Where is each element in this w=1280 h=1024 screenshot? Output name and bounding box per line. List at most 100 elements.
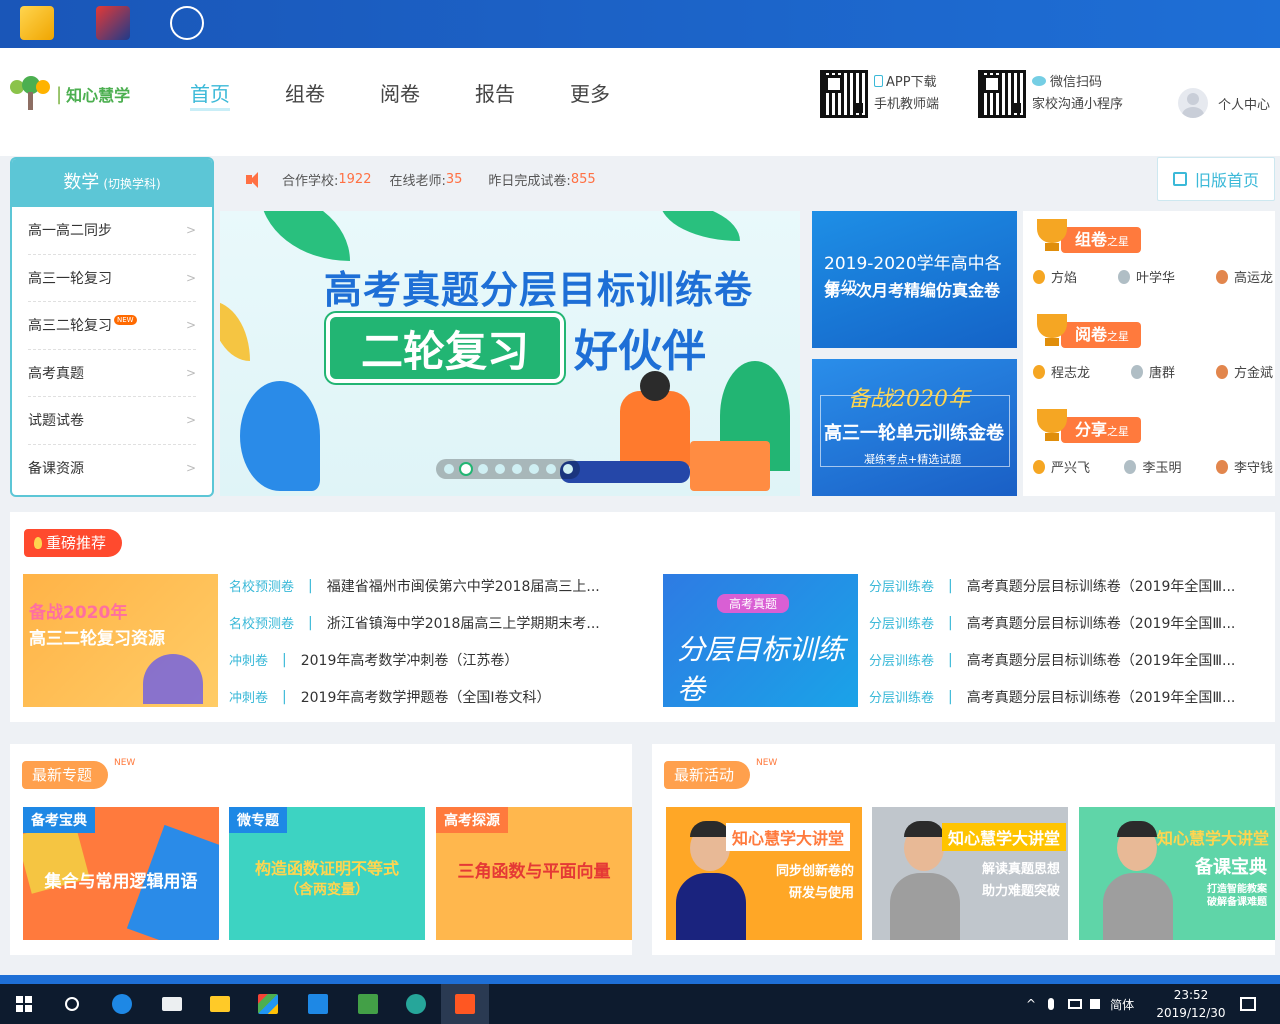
recommend-image-round2[interactable]: 备战2020年 高三二轮复习资源 bbox=[23, 574, 218, 707]
notification-button[interactable] bbox=[1224, 984, 1272, 1024]
app-globe[interactable] bbox=[392, 984, 440, 1024]
app-m[interactable] bbox=[294, 984, 342, 1024]
star-name[interactable]: 唐群 bbox=[1130, 362, 1175, 381]
mail-icon bbox=[162, 997, 182, 1011]
carousel-dot[interactable] bbox=[443, 464, 454, 474]
nav-compose[interactable]: 组卷 bbox=[285, 78, 380, 114]
avatar bbox=[1178, 88, 1208, 118]
new-badge: NEW bbox=[114, 758, 136, 768]
search-button[interactable] bbox=[48, 984, 96, 1024]
subject-switch[interactable]: 数学 (切换学科) bbox=[12, 159, 212, 207]
list-item[interactable]: 冲刺卷 | 2019年高考数学押题卷（全国Ⅰ卷文科） bbox=[229, 678, 629, 715]
app-qr-code bbox=[820, 70, 868, 118]
carousel-dot[interactable] bbox=[545, 464, 556, 474]
main-nav: 首页 组卷 阅卷 报告 更多 bbox=[190, 78, 665, 114]
k-app-icon[interactable] bbox=[170, 6, 204, 40]
file-explorer[interactable] bbox=[196, 984, 244, 1024]
activity-card-2[interactable]: 知心慧学大讲堂 解读真题思想 助力难题突破 bbox=[872, 807, 1068, 940]
carousel-dot[interactable] bbox=[477, 464, 488, 474]
app-c-orange[interactable] bbox=[441, 984, 489, 1024]
medal-icon bbox=[1130, 364, 1143, 379]
chevron-right-icon: > bbox=[185, 413, 196, 428]
stats-bar: 合作学校: 1922 在线老师: 35 昨日完成试卷: 855 bbox=[244, 170, 614, 189]
star-name[interactable]: 方金斌 bbox=[1215, 362, 1273, 381]
list-item[interactable]: 分层训练卷 | 高考真题分层目标训练卷（2019年全国Ⅲ... bbox=[869, 567, 1269, 604]
topic-card-logic[interactable]: 备考宝典 集合与常用逻辑用语 bbox=[23, 807, 219, 940]
list-item[interactable]: 分层训练卷 | 高考真题分层目标训练卷（2019年全国Ⅲ... bbox=[869, 678, 1269, 715]
site-logo[interactable]: | 知心慧学 bbox=[10, 76, 130, 112]
subject-item-round1[interactable]: 高三一轮复习 > bbox=[28, 255, 196, 302]
user-center-link[interactable]: 个人中心 bbox=[1178, 88, 1270, 118]
banner-box-text: 二轮复习 bbox=[326, 313, 564, 383]
list-item[interactable]: 名校预测卷 | 福建省福州市闽侯第六中学2018届高三上... bbox=[229, 567, 629, 604]
clock[interactable]: 23:52 2019/12/30 bbox=[1152, 986, 1230, 1022]
topics-section: 最新专题 NEW 备考宝典 集合与常用逻辑用语 微专题 构造函数证明不等式 （含… bbox=[10, 744, 632, 955]
list-item[interactable]: 分层训练卷 | 高考真题分层目标训练卷（2019年全国Ⅲ... bbox=[869, 604, 1269, 641]
nav-more[interactable]: 更多 bbox=[570, 78, 665, 114]
chevron-up-icon[interactable]: ^ bbox=[1026, 997, 1036, 1011]
nav-grading[interactable]: 阅卷 bbox=[380, 78, 475, 114]
star-name[interactable]: 程志龙 bbox=[1033, 362, 1090, 381]
trophy-icon bbox=[1033, 409, 1071, 443]
user-folder-icon[interactable] bbox=[20, 6, 54, 40]
input-language[interactable]: 简体 bbox=[1110, 996, 1134, 1013]
star-title: 组卷之星 bbox=[1061, 227, 1142, 253]
subject-panel: 数学 (切换学科) 高一高二同步 > 高三一轮复习 > 高三二轮复习 NEW > 高考真题… bbox=[10, 157, 214, 497]
star-name[interactable]: 李守钱 bbox=[1215, 457, 1273, 476]
star-name[interactable]: 叶学华 bbox=[1117, 267, 1175, 286]
subject-item-sync[interactable]: 高一高二同步 > bbox=[28, 207, 196, 255]
list-item[interactable]: 冲刺卷 | 2019年高考数学冲刺卷（江苏卷） bbox=[229, 641, 629, 678]
topic-card-trig[interactable]: 高考探源 三角函数与平面向量 bbox=[436, 807, 632, 940]
network-icon[interactable] bbox=[1068, 999, 1083, 1009]
new-badge: NEW bbox=[114, 315, 137, 326]
wechat-qr-code bbox=[978, 70, 1026, 118]
store-app[interactable] bbox=[244, 984, 292, 1024]
list-item[interactable]: 分层训练卷 | 高考真题分层目标训练卷（2019年全国Ⅲ... bbox=[869, 641, 1269, 678]
search-icon bbox=[65, 997, 79, 1011]
medal-icon bbox=[1215, 269, 1228, 284]
stars-panel: 组卷之星 方焰 叶学华 高运龙 阅卷之星 程志龙 唐群 方金斌 分享之星 严兴飞… bbox=[1023, 211, 1275, 496]
nav-report[interactable]: 报告 bbox=[475, 78, 570, 114]
list-item[interactable]: 名校预测卷 | 浙江省镇海中学2018届高三上学期期末考... bbox=[229, 604, 629, 641]
carousel-dot[interactable] bbox=[528, 464, 539, 474]
subject-item-round2[interactable]: 高三二轮复习 NEW > bbox=[28, 302, 196, 350]
leaf-decoration bbox=[240, 381, 320, 491]
medal-icon bbox=[1124, 459, 1137, 474]
medal-icon bbox=[1033, 364, 1045, 379]
promo-monthly-exam[interactable]: 2019-2020学年高中各年级 第一次月考精编仿真金卷 bbox=[812, 211, 1017, 348]
activity-card-1[interactable]: 知心慧学大讲堂 同步创新卷的 研发与使用 bbox=[666, 807, 862, 940]
topic-card-inequality[interactable]: 微专题 构造函数证明不等式 （含两变量） bbox=[229, 807, 425, 940]
volume-icon[interactable] bbox=[1090, 999, 1101, 1009]
globe-icon bbox=[406, 994, 426, 1014]
taskbar: ^ 简体 23:52 2019/12/30 bbox=[0, 984, 1280, 1024]
star-name[interactable]: 方焰 bbox=[1033, 267, 1077, 286]
carousel-dot[interactable] bbox=[562, 464, 573, 474]
microphone-icon[interactable] bbox=[1048, 998, 1055, 1010]
activity-card-3[interactable]: 知心慧学大讲堂 备课宝典 打造智能教案 破解备课难题 bbox=[1079, 807, 1275, 940]
leaf-decoration bbox=[220, 301, 250, 361]
promo-round1-training[interactable]: 备战2020年 高三一轮单元训练金卷 凝练考点+精选试题 bbox=[812, 359, 1017, 496]
flame-icon bbox=[34, 537, 42, 549]
leaf-decoration bbox=[260, 211, 350, 261]
mail-app[interactable] bbox=[148, 984, 196, 1024]
start-button[interactable] bbox=[0, 984, 48, 1024]
star-name[interactable]: 李玉明 bbox=[1124, 457, 1182, 476]
edge-browser[interactable] bbox=[98, 984, 146, 1024]
main-banner[interactable]: 高考真题分层目标训练卷 二轮复习 好伙伴 bbox=[220, 211, 800, 496]
subject-item-real-exam[interactable]: 高考真题 > bbox=[28, 350, 196, 397]
app-shortcut-icon[interactable] bbox=[96, 6, 130, 40]
carousel-dot[interactable] bbox=[494, 464, 505, 474]
nav-home[interactable]: 首页 bbox=[190, 78, 285, 114]
star-name[interactable]: 高运龙 bbox=[1215, 267, 1273, 286]
old-home-button[interactable]: 旧版首页 bbox=[1157, 157, 1275, 201]
desktop-area bbox=[0, 0, 1280, 48]
chevron-right-icon: > bbox=[185, 223, 196, 238]
subject-item-resources[interactable]: 备课资源 > bbox=[28, 445, 196, 493]
recommend-image-layered[interactable]: 高考真题 分层目标训练卷 bbox=[663, 574, 858, 707]
carousel-dot[interactable] bbox=[511, 464, 522, 474]
carousel-dot[interactable] bbox=[460, 464, 471, 474]
star-name[interactable]: 严兴飞 bbox=[1033, 457, 1090, 476]
subject-item-papers[interactable]: 试题试卷 > bbox=[28, 397, 196, 445]
chevron-right-icon: > bbox=[185, 365, 196, 380]
app-c-green[interactable] bbox=[344, 984, 392, 1024]
